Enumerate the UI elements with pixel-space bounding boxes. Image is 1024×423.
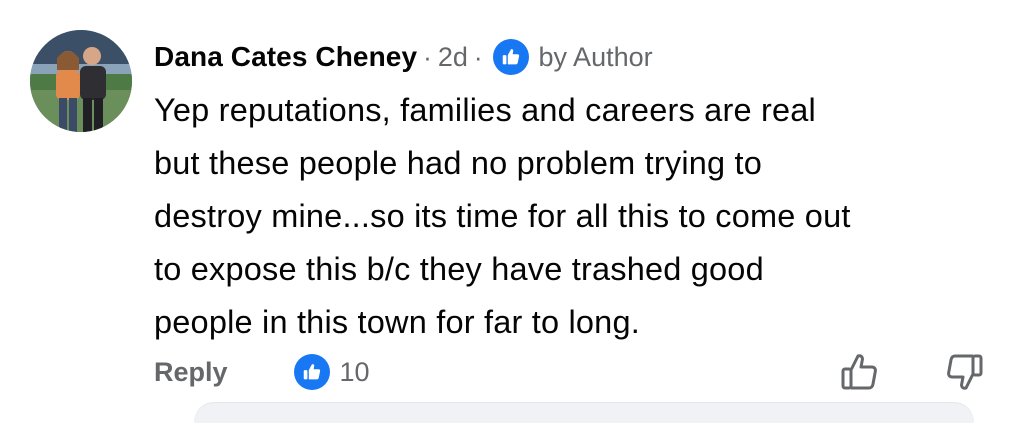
- timestamp[interactable]: 2d: [438, 42, 468, 73]
- thumb-up-outline-icon[interactable]: [838, 350, 882, 394]
- thumb-down-outline-icon[interactable]: [942, 350, 986, 394]
- comment-line: Yep reputations, families and careers ar…: [154, 92, 816, 128]
- like-thumb-icon: [492, 39, 529, 75]
- reply-composer[interactable]: [194, 402, 974, 423]
- comment-line: to expose this b/c they have trashed goo…: [154, 251, 764, 287]
- reply-button[interactable]: Reply: [154, 357, 228, 388]
- comment-line: but these people had no problem trying t…: [154, 145, 763, 181]
- author-label: by Author: [538, 41, 653, 72]
- author-name[interactable]: Dana Cates Cheney: [154, 41, 417, 73]
- separator-dot: ·: [423, 41, 432, 72]
- comment-text: Yep reputations, families and careers ar…: [154, 84, 1004, 349]
- avatar[interactable]: [30, 30, 132, 132]
- comment-header: Dana Cates Cheney · 2d · by Author: [154, 34, 653, 80]
- comment-line: people in this town for far to long.: [154, 304, 640, 340]
- like-count: 10: [339, 356, 370, 387]
- like-reaction-icon: [293, 354, 330, 390]
- separator-dot: ·: [473, 41, 483, 72]
- comment-actions: Reply 10: [154, 350, 1004, 394]
- reaction-summary[interactable]: 10: [293, 354, 370, 390]
- comment-line: destroy mine...so its time for all this …: [154, 198, 851, 234]
- comment: Dana Cates Cheney · 2d · by Author Yep r…: [0, 0, 1024, 423]
